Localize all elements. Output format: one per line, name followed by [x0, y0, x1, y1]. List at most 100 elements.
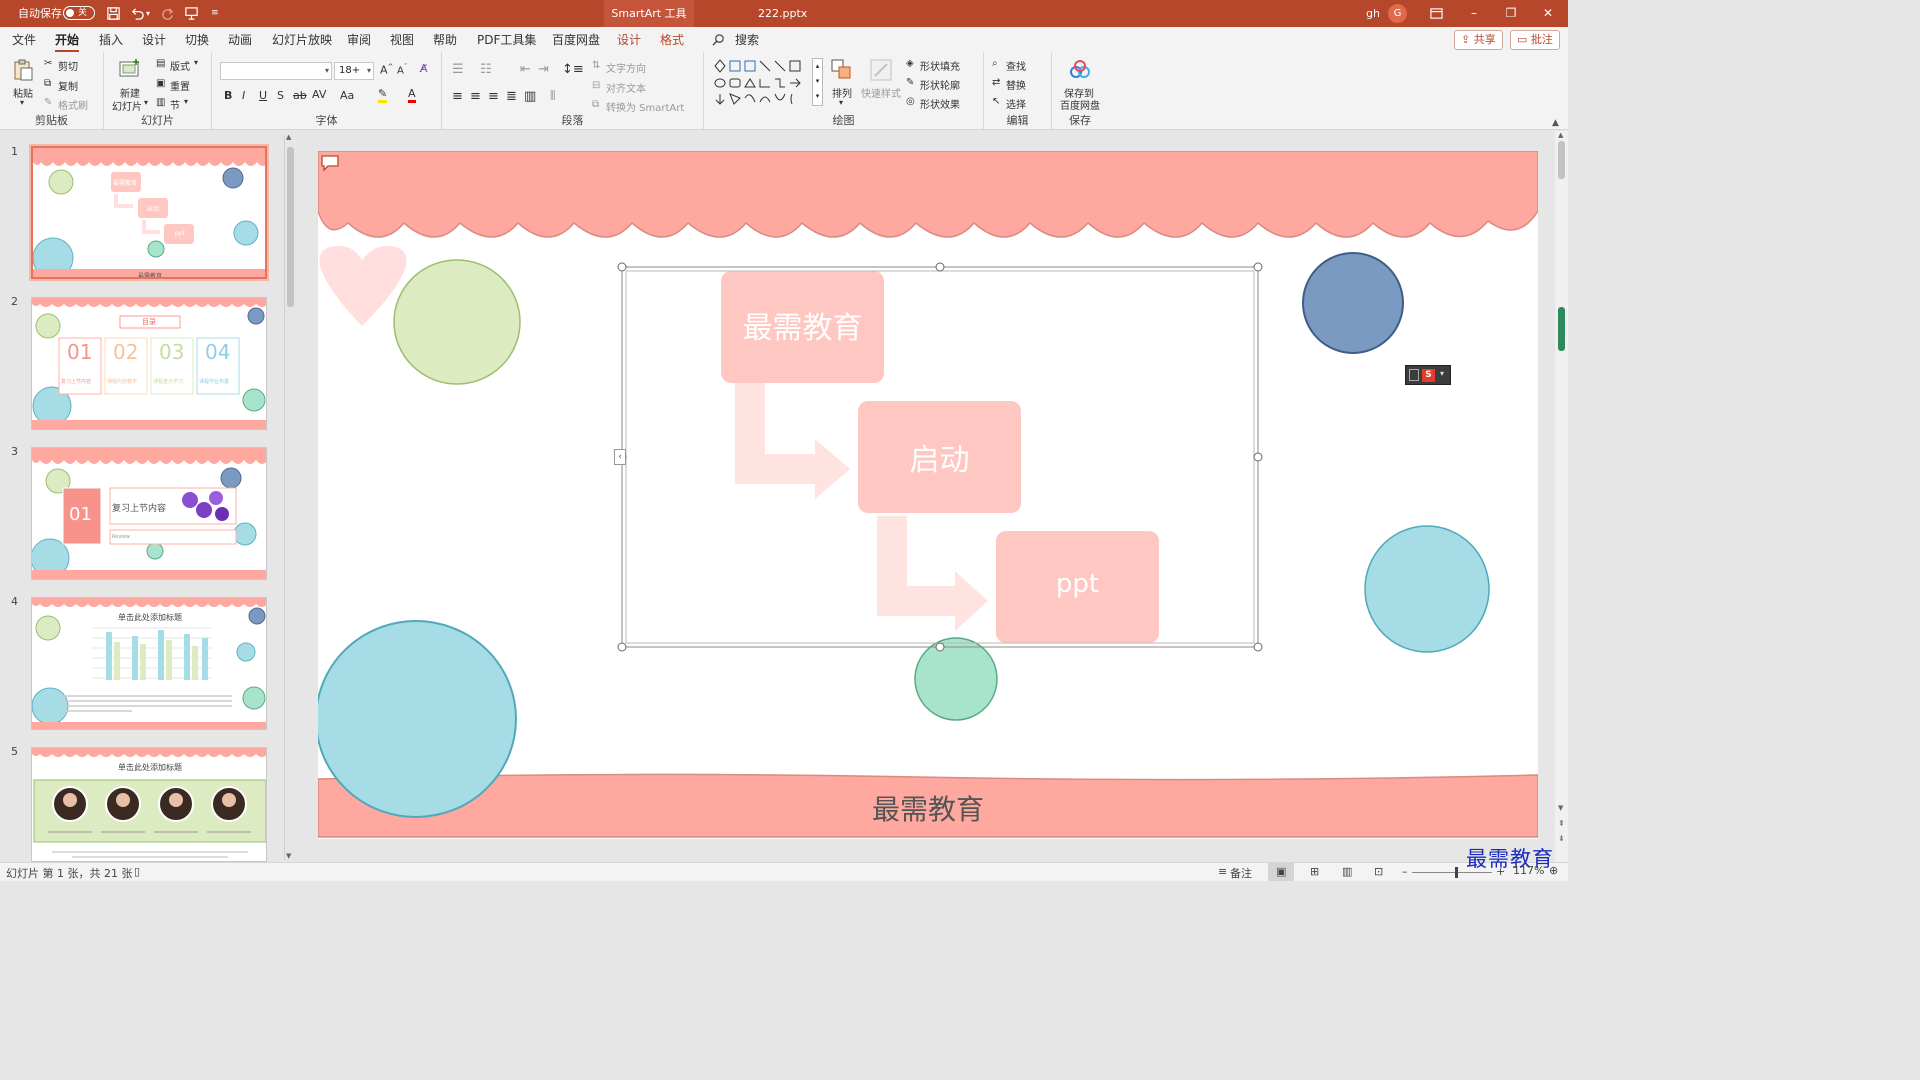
- thumbnail-slide-5[interactable]: 单击此处添加标题: [31, 747, 267, 862]
- reset-icon[interactable]: ▣: [156, 78, 165, 89]
- tab-help[interactable]: 帮助: [433, 31, 457, 48]
- close-icon[interactable]: ✕: [1530, 0, 1566, 27]
- slide-sorter-icon[interactable]: ⊞: [1310, 865, 1319, 878]
- scrollbar-thumb[interactable]: [1558, 141, 1565, 179]
- tab-review[interactable]: 审阅: [347, 31, 371, 48]
- redo-icon[interactable]: [160, 6, 175, 21]
- notes-icon[interactable]: ≡: [1218, 865, 1227, 878]
- clear-format-icon[interactable]: A̸: [420, 62, 428, 75]
- user-name[interactable]: gh: [1366, 0, 1380, 27]
- tab-home[interactable]: 开始: [55, 31, 80, 53]
- arrange-dropdown-icon[interactable]: ▾: [839, 98, 843, 107]
- reset-button[interactable]: 重置: [170, 78, 190, 93]
- find-icon[interactable]: ⌕: [992, 58, 998, 69]
- thumbnail-slide-4[interactable]: 单击此处添加标题: [31, 597, 267, 730]
- numbering-icon[interactable]: ☷: [480, 62, 492, 77]
- bold-icon[interactable]: B: [224, 89, 232, 102]
- replace-icon[interactable]: ⇄: [992, 77, 1000, 88]
- format-painter-button[interactable]: 格式刷: [58, 97, 88, 112]
- columns-icon[interactable]: ⫴: [550, 89, 555, 104]
- tab-baidu-netdisk[interactable]: 百度网盘: [552, 31, 600, 48]
- shapes-gallery-scroll[interactable]: ▴ ▾ ▾: [812, 58, 823, 106]
- bullets-icon[interactable]: ☰: [452, 62, 464, 77]
- scrollbar-thumb[interactable]: [287, 147, 294, 307]
- text-direction-button[interactable]: 文字方向: [606, 60, 646, 75]
- tab-pdf-tools[interactable]: PDF工具集: [477, 31, 536, 48]
- shrink-font-icon[interactable]: Aˇ: [397, 63, 407, 76]
- present-icon[interactable]: [184, 6, 199, 21]
- baidu-netdisk-icon[interactable]: [1068, 58, 1092, 82]
- align-center-icon[interactable]: ≡: [470, 89, 481, 104]
- quick-styles-label[interactable]: 快速样式: [861, 85, 901, 100]
- scroll-position-marker[interactable]: [1558, 307, 1565, 351]
- align-text-button[interactable]: 对齐文本: [606, 80, 646, 95]
- scroll-up-icon[interactable]: ▲: [286, 133, 291, 141]
- tab-animations[interactable]: 动画: [228, 31, 252, 48]
- new-slide-label-2[interactable]: 幻灯片: [112, 98, 142, 113]
- strikethrough-icon[interactable]: ab: [293, 89, 307, 102]
- search-label[interactable]: 搜索: [735, 31, 759, 48]
- section-dropdown-icon[interactable]: ▾: [184, 97, 188, 106]
- highlight-icon[interactable]: ✎: [378, 88, 388, 103]
- autosave-toggle[interactable]: 关: [63, 6, 95, 20]
- copy-button[interactable]: 复制: [58, 78, 78, 93]
- comment-icon[interactable]: [320, 154, 340, 172]
- tab-slideshow[interactable]: 幻灯片放映: [272, 31, 332, 48]
- align-right-icon[interactable]: ≡: [488, 89, 499, 104]
- cut-icon[interactable]: ✂: [44, 58, 52, 69]
- text-direction-icon[interactable]: ⇅: [592, 60, 600, 71]
- font-color-icon[interactable]: A: [408, 88, 416, 103]
- new-slide-dropdown-icon[interactable]: ▾: [144, 98, 148, 107]
- tab-insert[interactable]: 插入: [99, 31, 123, 48]
- slideshow-icon[interactable]: ⊡: [1374, 865, 1383, 878]
- thumbnail-slide-2[interactable]: 目录 01 02 03 04 复习上节内容 课程内容教学 课程重点学习 课程作业…: [31, 297, 267, 430]
- convert-smartart-icon[interactable]: ⧉: [592, 99, 599, 110]
- sogou-ime-icon[interactable]: S: [1422, 369, 1435, 382]
- format-painter-icon[interactable]: ✎: [44, 97, 52, 108]
- line-spacing-icon[interactable]: ↕≡: [562, 62, 584, 77]
- tab-view[interactable]: 视图: [390, 31, 414, 48]
- undo-dropdown-icon[interactable]: ▾: [146, 0, 150, 27]
- select-icon[interactable]: ↖: [992, 96, 1000, 107]
- paste-icon[interactable]: [11, 58, 35, 82]
- fit-to-window-icon[interactable]: ⊕: [1549, 864, 1558, 877]
- char-spacing-icon[interactable]: AV: [312, 88, 326, 101]
- undo-icon[interactable]: [130, 6, 145, 21]
- shapes-gallery[interactable]: [712, 58, 820, 106]
- zoom-slider-thumb[interactable]: [1455, 867, 1458, 878]
- zoom-level[interactable]: 117%: [1513, 864, 1544, 877]
- ime-grid-icon[interactable]: [1409, 369, 1419, 381]
- baidu-label[interactable]: 百度网盘: [1060, 97, 1100, 112]
- ribbon-display-icon[interactable]: [1430, 7, 1443, 20]
- layout-icon[interactable]: ▤: [156, 58, 165, 69]
- distributed-icon[interactable]: ▥: [524, 89, 536, 104]
- underline-icon[interactable]: U: [259, 89, 267, 102]
- footer-title[interactable]: 最需教育: [818, 788, 1038, 828]
- cut-button[interactable]: 剪切: [58, 58, 78, 73]
- normal-view-icon[interactable]: ▣: [1276, 865, 1286, 878]
- font-name-combo[interactable]: ▾: [220, 62, 332, 80]
- layout-dropdown-icon[interactable]: ▾: [194, 58, 198, 67]
- quick-styles-icon[interactable]: [869, 58, 893, 82]
- zoom-out-icon[interactable]: –: [1402, 865, 1408, 878]
- shape-outline-button[interactable]: 形状轮廓: [920, 77, 960, 92]
- avatar[interactable]: G: [1388, 4, 1407, 23]
- justify-icon[interactable]: ≣: [506, 89, 517, 104]
- shadow-icon[interactable]: S: [277, 89, 284, 102]
- select-button[interactable]: 选择: [1006, 96, 1026, 111]
- restore-icon[interactable]: ❐: [1493, 0, 1529, 27]
- reading-view-icon[interactable]: ▥: [1342, 865, 1352, 878]
- section-icon[interactable]: ▥: [156, 97, 165, 108]
- slide-canvas[interactable]: 最需教育 启动 ppt 最需教育 ‹ S ▾: [318, 151, 1538, 839]
- shape-effects-icon[interactable]: ◎: [906, 96, 915, 107]
- paste-dropdown-icon[interactable]: ▾: [20, 98, 24, 107]
- customize-toolbar-icon[interactable]: ≡: [211, 0, 219, 27]
- shape-outline-icon[interactable]: ✎: [906, 77, 914, 88]
- font-size-combo[interactable]: 18+ ▾: [334, 62, 374, 80]
- tab-smartart-format[interactable]: 格式: [660, 31, 684, 48]
- save-icon[interactable]: [106, 6, 121, 21]
- section-button[interactable]: 节: [170, 97, 180, 112]
- change-case-icon[interactable]: Aa: [340, 89, 354, 102]
- shape-effects-button[interactable]: 形状效果: [920, 96, 960, 111]
- grow-font-icon[interactable]: A^: [380, 63, 393, 77]
